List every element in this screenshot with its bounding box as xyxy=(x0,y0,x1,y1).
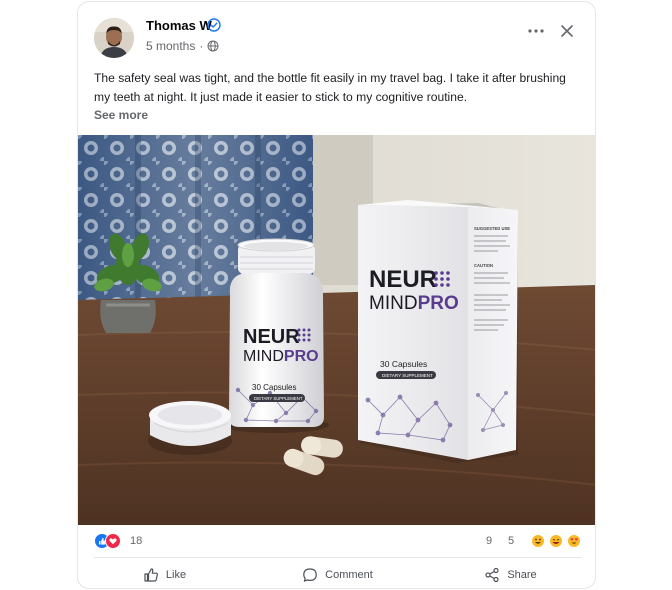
share-icon xyxy=(485,567,499,583)
box-caution: CAUTION xyxy=(474,263,493,268)
divider xyxy=(94,557,581,558)
more-dots-icon xyxy=(528,29,544,33)
svg-text:MINDPRO: MINDPRO xyxy=(243,348,319,365)
comment-button[interactable]: Comment xyxy=(251,562,424,588)
verified-badge-icon xyxy=(207,18,221,32)
close-icon xyxy=(561,25,573,37)
see-more-link[interactable]: See more xyxy=(94,108,148,122)
post-photo[interactable]: SUGGESTED USE CAUTION NEUR MINDPRO 30 Ca… xyxy=(78,135,595,525)
like-icon xyxy=(144,568,158,582)
post-time[interactable]: 5 months xyxy=(146,39,195,53)
close-button[interactable] xyxy=(556,20,578,42)
laughing-face-icon xyxy=(550,535,562,547)
author-name[interactable]: Thomas W xyxy=(146,18,212,33)
brand-dots-icon xyxy=(434,271,450,287)
post-text: The safety seal was tight, and the bottl… xyxy=(94,71,566,104)
box-capsules-label: 30 Capsules xyxy=(380,359,427,369)
box-brand-line2: MIND xyxy=(369,293,418,314)
reactions-row: 18 9 5 xyxy=(78,529,595,553)
svg-text:MINDPRO: MINDPRO xyxy=(369,293,459,314)
post-meta: 5 months · xyxy=(146,39,219,53)
comment-count[interactable]: 9 xyxy=(486,535,492,547)
share-button[interactable]: Share xyxy=(424,562,595,588)
bottle-brand-pro: PRO xyxy=(284,348,319,365)
grinning-face-icon xyxy=(532,535,544,547)
reaction-count[interactable]: 18 xyxy=(130,535,142,547)
bottle-brand-line2: MIND xyxy=(243,348,284,365)
share-count[interactable]: 5 xyxy=(508,535,514,547)
meta-separator: · xyxy=(199,39,204,53)
heart-icon xyxy=(105,533,121,549)
share-label: Share xyxy=(507,569,537,581)
bottle-capsules-label: 30 Capsules xyxy=(252,383,296,392)
bottle-brand-dots-icon xyxy=(297,328,311,342)
box-brand-pro: PRO xyxy=(418,293,459,314)
post-card: Thomas W 5 months · The safety seal was … xyxy=(77,1,596,589)
reaction-icons[interactable] xyxy=(94,533,122,549)
box-supplement-label: DIETARY SUPPLEMENT xyxy=(382,373,433,378)
comment-icon xyxy=(303,568,317,582)
bottle-supplement-label: DIETARY SUPPLEMENT xyxy=(254,396,303,401)
more-options-button[interactable] xyxy=(524,21,548,41)
heart-eyes-icon xyxy=(568,535,580,547)
like-label: Like xyxy=(165,569,187,581)
emoji-reaction-icons[interactable] xyxy=(530,533,582,549)
box-brand-line1: NEUR xyxy=(369,266,437,293)
post-actions: Like Comment Share xyxy=(78,562,595,588)
globe-icon xyxy=(207,40,219,52)
bottle-brand-line1: NEUR xyxy=(243,326,300,348)
like-button[interactable]: Like xyxy=(78,562,251,588)
avatar[interactable] xyxy=(94,18,134,58)
comment-label: Comment xyxy=(325,569,373,581)
box-suggested-use: SUGGESTED USE xyxy=(474,226,510,231)
